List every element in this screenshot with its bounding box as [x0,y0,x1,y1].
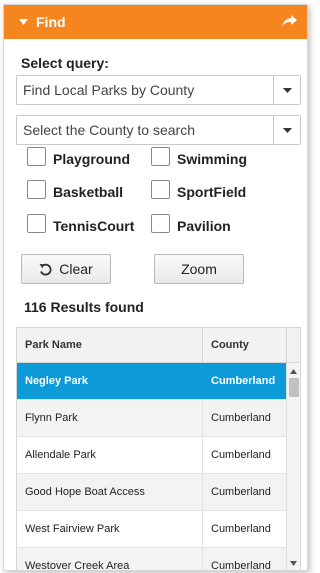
undo-icon [39,263,52,276]
county-select[interactable]: Select the County to search [16,115,301,145]
triangle-down-icon[interactable] [16,19,30,25]
park-name-cell: Westover Creek Area [17,548,203,570]
filter-pavilion-checkbox[interactable]: Pavilion [151,213,231,234]
scrollbar-thumb[interactable] [289,378,299,397]
table-row[interactable]: Westover Creek Area Cumberland [17,548,286,571]
results-count: 116 Results found [24,299,144,315]
chevron-down-icon[interactable] [273,76,300,104]
park-name-cell: Allendale Park [17,437,203,473]
filter-playground-checkbox[interactable]: Playground [27,146,131,167]
grid-header: Park Name County [17,328,300,363]
checkbox[interactable] [27,213,46,233]
panel-header[interactable]: Find [4,5,307,39]
county-cell: Cumberland [211,486,271,498]
filter-label: Playground [53,151,131,167]
table-row[interactable]: Good Hope Boat Access Cumberland [17,474,286,511]
find-panel: Find Select query: Find Local Parks by C… [3,4,308,571]
county-cell: Cumberland [211,412,271,424]
park-name-cell: West Fairview Park [17,511,203,547]
column-header-county[interactable]: County [203,328,286,362]
park-name-cell: Flynn Park [17,400,203,436]
filter-sportfield-checkbox[interactable]: SportField [151,179,247,200]
share-arrow-icon[interactable] [282,15,297,28]
column-header-park-name[interactable]: Park Name [17,328,203,362]
zoom-button[interactable]: Zoom [154,254,244,284]
county-cell: Cumberland [211,560,271,571]
filter-label: SportField [177,184,247,200]
park-name-cell: Negley Park [17,363,203,399]
checkbox[interactable] [151,213,170,233]
scroll-down-arrow-icon[interactable] [287,557,300,569]
checkbox[interactable] [27,179,46,199]
grid-scrollbar[interactable] [286,363,300,570]
table-row[interactable]: Flynn Park Cumberland [17,400,286,437]
county-cell: Cumberland [211,449,271,461]
county-cell: Cumberland [211,375,276,387]
table-row[interactable]: West Fairview Park Cumberland [17,511,286,548]
filter-tenniscourt-checkbox[interactable]: TennisCourt [27,213,135,234]
filter-label: Swimming [177,151,248,167]
query-select[interactable]: Find Local Parks by County [16,75,301,105]
filter-label: TennisCourt [53,218,135,234]
panel-title: Find [36,14,66,30]
filter-swimming-checkbox[interactable]: Swimming [151,146,248,167]
filter-basketball-checkbox[interactable]: Basketball [27,179,124,200]
clear-button-label: Clear [59,261,93,277]
filter-label: Pavilion [177,218,231,234]
county-cell: Cumberland [211,523,271,535]
results-grid: Park Name County Negley Park Cumberland … [16,327,301,571]
header-spacer [286,328,300,362]
chevron-down-icon[interactable] [273,116,300,144]
checkbox[interactable] [151,146,170,166]
zoom-button-label: Zoom [181,261,217,277]
select-query-label: Select query: [21,55,109,71]
checkbox[interactable] [151,179,170,199]
filter-label: Basketball [53,184,124,200]
query-select-value: Find Local Parks by County [23,82,195,98]
scroll-up-arrow-icon[interactable] [287,365,300,377]
county-select-placeholder: Select the County to search [23,122,195,138]
grid-body: Negley Park Cumberland Flynn Park Cumber… [17,363,286,571]
clear-button[interactable]: Clear [21,254,111,284]
checkbox[interactable] [27,146,46,166]
park-name-cell: Good Hope Boat Access [17,474,203,510]
table-row[interactable]: Negley Park Cumberland [17,363,286,400]
table-row[interactable]: Allendale Park Cumberland [17,437,286,474]
